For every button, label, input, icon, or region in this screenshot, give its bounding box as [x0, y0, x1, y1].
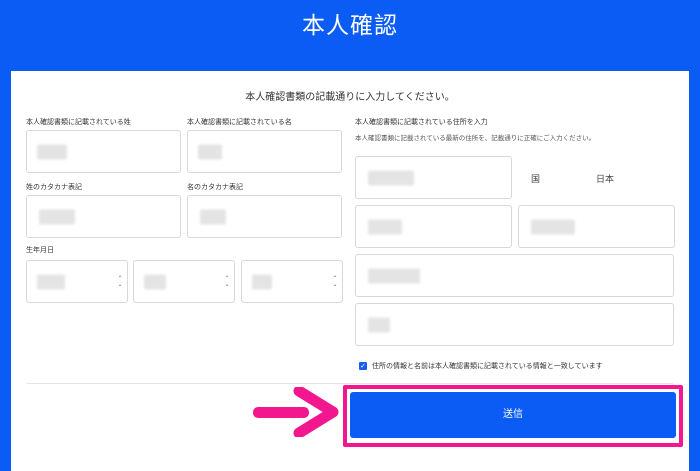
redacted-value [531, 219, 575, 234]
birthdate-label: 生年月日 [26, 246, 54, 254]
redacted-value [198, 144, 222, 159]
confirm-checkbox-label: 住所の情報と名前は本人確認書類に記載されている情報と一致しています [372, 362, 603, 370]
last-name-kana-label: 姓のカタカナ表記 [26, 183, 82, 191]
redacted-value [37, 144, 67, 159]
last-name-label: 本人確認書類に記載されている姓 [26, 118, 131, 126]
birth-month-select[interactable]: ⌃ ⌄ [133, 260, 235, 303]
form-instruction: 本人確認書類の記載通りに入力してください。 [245, 92, 455, 103]
confirm-checkbox[interactable]: ✓ [359, 362, 367, 370]
up-down-chevron-icon: ⌃ ⌄ [332, 274, 338, 288]
redacted-value [368, 219, 402, 234]
address-hint: 本人確認書類に記載されている最新の住所を、記載通りに正確にご入力ください。 [355, 134, 596, 142]
prefecture-input[interactable] [355, 205, 512, 248]
up-down-chevron-icon: ⌃ ⌄ [224, 274, 230, 288]
redacted-value [368, 268, 420, 283]
street-address-input[interactable] [355, 254, 674, 297]
first-name-label: 本人確認書類に記載されている名 [187, 118, 292, 126]
checkmark-icon: ✓ [360, 362, 366, 370]
country-value: 日本 [596, 175, 615, 185]
redacted-value [252, 274, 272, 289]
first-name-kana-label: 名のカタカナ表記 [187, 183, 243, 191]
up-down-chevron-icon: ⌃ ⌄ [117, 274, 123, 288]
divider [27, 383, 673, 384]
redacted-value [144, 274, 166, 289]
redacted-value [39, 209, 75, 224]
first-name-input[interactable] [187, 130, 342, 173]
country-label: 国 [531, 175, 541, 185]
birth-day-select[interactable]: ⌃ ⌄ [241, 260, 343, 303]
redacted-value [37, 274, 65, 289]
page-title: 本人確認 [302, 13, 398, 39]
identity-form-card: 本人確認書類の記載通りに入力してください。 本人確認書類に記載されている姓 本人… [11, 71, 689, 471]
redacted-value [200, 209, 226, 224]
last-name-input[interactable] [26, 130, 181, 173]
redacted-value [368, 317, 390, 332]
submit-button[interactable]: 送信 [350, 392, 676, 438]
first-name-kana-input[interactable] [187, 195, 342, 238]
arrow-right-icon [249, 385, 341, 441]
building-input[interactable] [355, 303, 674, 346]
postal-code-input[interactable] [355, 156, 512, 199]
city-input[interactable] [518, 205, 675, 248]
last-name-kana-input[interactable] [26, 195, 181, 238]
redacted-value [368, 170, 414, 185]
address-label: 本人確認書類に記載されている住所を入力 [355, 118, 488, 126]
birth-year-select[interactable]: ⌃ ⌄ [26, 260, 128, 303]
